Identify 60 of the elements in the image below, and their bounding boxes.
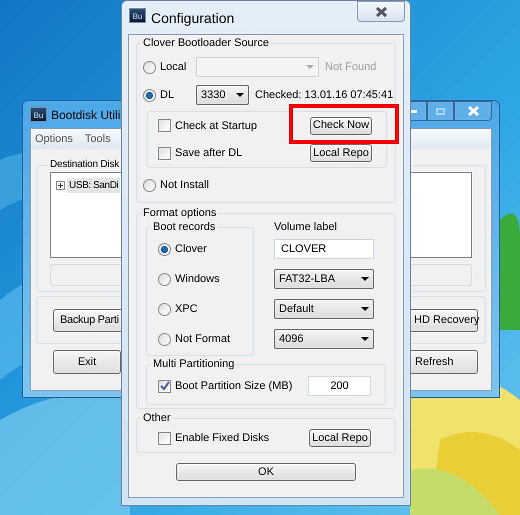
radio-button[interactable]	[143, 88, 156, 102]
window-title: Bootdisk Utili	[51, 106, 120, 124]
group-title: Multi Partitioning	[152, 357, 236, 371]
caret-icon	[306, 65, 314, 69]
checkbox-label: Enable Fixed Disks	[175, 430, 270, 446]
checkbox-label: Save after DL	[175, 146, 242, 161]
radio-label: Not Install	[160, 178, 209, 193]
radio-label: XPC	[175, 302, 198, 317]
dropdown[interactable]: 3330	[196, 85, 249, 105]
radio-label: DL	[160, 88, 176, 103]
checkbox[interactable]	[158, 119, 171, 132]
input-field[interactable]: 200	[308, 376, 371, 396]
radio-button[interactable]	[158, 242, 171, 256]
radio-button[interactable]	[158, 332, 171, 346]
input-field[interactable]: CLOVER	[274, 239, 374, 259]
caret-icon	[361, 307, 369, 311]
group-title: Format options	[142, 206, 218, 220]
close-icon	[376, 6, 386, 16]
radio-label: Not Format	[175, 332, 230, 347]
dropdown[interactable]: 4096	[274, 329, 374, 349]
checkbox[interactable]	[158, 380, 171, 392]
group-title: Destination Disk	[49, 158, 120, 172]
close-button[interactable]	[357, 1, 405, 22]
caret-icon	[361, 337, 369, 341]
radio-button[interactable]	[158, 302, 171, 316]
checkbox-label: Boot Partition Size (MB)	[175, 378, 292, 394]
caret-icon	[236, 93, 244, 97]
dropdown[interactable]: FAT32-LBA	[274, 269, 374, 289]
push-button[interactable]: OK	[176, 463, 356, 481]
push-button[interactable]: Local Repo	[310, 144, 372, 162]
radio-button[interactable]	[143, 60, 156, 74]
field-label: Volume label	[274, 220, 338, 235]
expand-icon[interactable]	[56, 181, 65, 190]
push-button[interactable]: Local Repo	[309, 429, 371, 447]
radio-label: Windows	[175, 272, 220, 287]
push-button[interactable]: Check Now	[310, 116, 372, 135]
close-button[interactable]	[454, 101, 492, 121]
group-title: Boot records	[152, 220, 216, 234]
menu-item[interactable]: Options	[35, 130, 73, 148]
app-icon: Bu	[129, 8, 146, 23]
caret-icon	[361, 277, 369, 281]
radio-label: Clover	[175, 242, 207, 257]
dialog-title: Configuration	[151, 9, 234, 28]
status-text: Checked: 13.01.16 07:45:41	[255, 88, 394, 103]
app-icon: Bu	[30, 107, 47, 122]
checkbox[interactable]	[158, 146, 171, 160]
radio-button[interactable]	[143, 178, 156, 192]
tree-item[interactable]: USB: SanDi	[67, 178, 120, 193]
checkbox[interactable]	[158, 432, 171, 444]
push-button[interactable]: Exit	[53, 350, 121, 374]
maximize-button[interactable]	[427, 101, 454, 121]
menu-item[interactable]: Tools	[84, 130, 111, 148]
group-title: Other	[142, 411, 172, 425]
status-text: Not Found	[325, 60, 376, 75]
group-title: Clover Bootloader Source	[142, 36, 270, 50]
radio-button[interactable]	[158, 272, 171, 286]
dropdown[interactable]: Default	[274, 299, 374, 319]
checkbox-label: Check at Startup	[175, 118, 257, 134]
radio-label: Local	[160, 60, 188, 75]
close-icon	[468, 106, 478, 116]
